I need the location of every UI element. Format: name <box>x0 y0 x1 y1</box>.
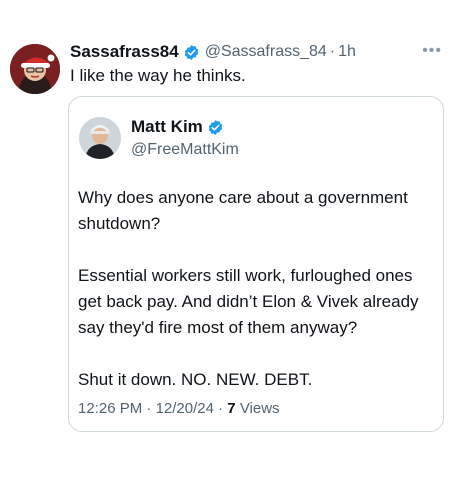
views-label: Views <box>239 400 280 417</box>
quoted-meta: 12:26 PM · 12/20/24 · 7 Views <box>78 400 280 417</box>
tweet-text: I like the way he thinks. <box>70 66 246 85</box>
quoted-paragraph: Shut it down. NO. NEW. DEBT. <box>78 370 313 389</box>
verified-badge-icon <box>208 119 223 135</box>
more-horizontal-icon[interactable]: ••• <box>422 42 442 60</box>
handle[interactable]: @Sassafrass_84 <box>205 43 327 61</box>
quoted-avatar[interactable] <box>79 117 121 159</box>
quoted-display-name[interactable]: Matt Kim <box>131 117 203 137</box>
separator: · <box>218 400 224 417</box>
verified-badge-icon <box>184 44 198 60</box>
timestamp[interactable]: 1h <box>338 43 356 61</box>
quoted-paragraph: Essential workers still work, furloughed… <box>78 266 419 337</box>
views-count: 7 <box>227 400 236 417</box>
quoted-time[interactable]: 12:26 PM <box>78 400 142 417</box>
tweet[interactable]: Sassafrass84 @Sassafrass_84 · 1h ••• I l… <box>0 0 456 500</box>
display-name[interactable]: Sassafrass84 <box>70 42 179 62</box>
separator: · <box>146 400 152 417</box>
quoted-avatar-image <box>79 117 121 159</box>
quoted-paragraph: Why does anyone care about a government … <box>78 188 408 233</box>
quoted-tweet[interactable]: Matt Kim @FreeMattKim Why does anyone ca… <box>68 96 444 432</box>
avatar[interactable] <box>10 44 60 94</box>
quoted-handle[interactable]: @FreeMattKim <box>131 141 239 159</box>
tweet-header: Sassafrass84 @Sassafrass_84 · 1h <box>70 40 446 64</box>
separator: · <box>329 43 336 60</box>
quoted-text: Why does anyone care about a government … <box>78 185 438 419</box>
quoted-date[interactable]: 12/20/24 <box>156 400 214 417</box>
quoted-name-row: Matt Kim <box>131 117 224 137</box>
avatar-image <box>10 44 60 94</box>
